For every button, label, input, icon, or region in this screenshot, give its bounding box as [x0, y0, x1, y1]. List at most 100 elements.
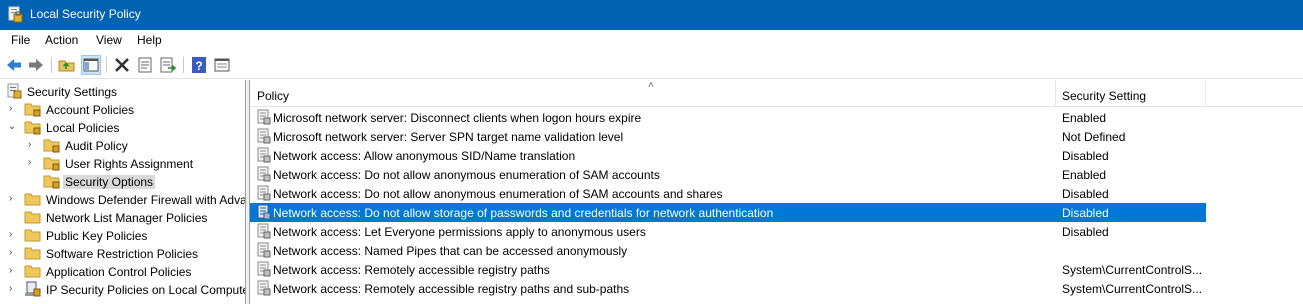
sort-ascending-icon: ˄	[648, 80, 654, 91]
chevron-right-icon[interactable]: ›	[9, 103, 19, 115]
tree-label: IP Security Policies on Local Compute	[46, 283, 246, 297]
folder-lock-icon	[43, 175, 60, 189]
tree-label: User Rights Assignment	[65, 157, 194, 171]
show-hide-tree-icon[interactable]	[81, 55, 101, 75]
folder-icon	[24, 247, 41, 260]
help-icon[interactable]: ?	[189, 55, 209, 75]
column-label: Security Setting	[1062, 89, 1147, 103]
folder-lock-icon	[24, 103, 41, 117]
policy-name: Network access: Let Everyone permissions…	[273, 225, 646, 239]
policy-icon	[257, 280, 271, 296]
tree-label: Account Policies	[46, 103, 135, 117]
tree-item-local-policies[interactable]: ⌄ Local Policies	[0, 119, 245, 137]
policy-icon	[257, 204, 271, 220]
policy-setting: Not Defined	[1062, 130, 1126, 144]
folder-lock-icon	[43, 139, 60, 153]
folder-icon	[24, 193, 41, 206]
tree-item-network-list-manager[interactable]: Network List Manager Policies	[0, 209, 245, 227]
delete-icon[interactable]	[112, 55, 132, 75]
policy-icon	[257, 128, 271, 144]
menu-action[interactable]: Action	[45, 33, 78, 47]
view-icon[interactable]	[212, 55, 232, 75]
tree-item-ip-security-policies[interactable]: › IP Security Policies on Local Compute	[0, 281, 246, 299]
menu-view[interactable]: View	[96, 33, 122, 47]
policy-name: Network access: Allow anonymous SID/Name…	[273, 149, 576, 163]
chevron-right-icon[interactable]: ›	[9, 265, 19, 277]
tree-label: Security Options	[63, 175, 156, 189]
policy-name: Network access: Remotely accessible regi…	[273, 282, 630, 296]
menu-help[interactable]: Help	[137, 33, 162, 47]
chevron-right-icon[interactable]: ›	[9, 193, 19, 205]
policy-list-pane: ˄ Policy Security Setting Microsoft netw…	[249, 80, 1303, 304]
policy-setting: System\CurrentControlS...	[1062, 263, 1203, 277]
tree-label: Windows Defender Firewall with Adva	[46, 193, 246, 207]
table-row[interactable]: Network access: Do not allow anonymous e…	[250, 184, 1206, 203]
tree-label: Software Restriction Policies	[46, 247, 199, 261]
tree-item-security-options[interactable]: Security Options	[0, 173, 245, 191]
toolbar-separator	[183, 57, 184, 73]
policy-icon	[257, 223, 271, 239]
tree-item-account-policies[interactable]: › Account Policies	[0, 101, 245, 119]
chevron-right-icon[interactable]: ›	[28, 157, 38, 169]
tree-label: Network List Manager Policies	[46, 211, 208, 225]
chevron-right-icon[interactable]: ›	[28, 139, 38, 151]
folder-icon	[24, 211, 41, 224]
policy-icon	[257, 242, 271, 258]
properties-icon[interactable]	[135, 55, 155, 75]
tree-item-user-rights-assignment[interactable]: › User Rights Assignment	[0, 155, 245, 173]
up-folder-icon[interactable]	[57, 55, 77, 75]
tree-item-audit-policy[interactable]: › Audit Policy	[0, 137, 245, 155]
column-label: Policy	[257, 89, 290, 103]
folder-icon	[24, 229, 41, 242]
policy-icon	[257, 147, 271, 163]
security-policy-app-icon	[8, 6, 23, 23]
menu-file[interactable]: File	[11, 33, 30, 47]
ip-security-icon	[25, 281, 41, 297]
export-list-icon[interactable]	[158, 55, 178, 75]
policy-setting: Enabled	[1062, 168, 1107, 182]
forward-icon[interactable]	[26, 55, 46, 75]
table-row[interactable]: Network access: Remotely accessible regi…	[250, 279, 1206, 298]
toolbar: ?	[0, 52, 1303, 79]
policy-icon	[257, 166, 271, 182]
table-row[interactable]: Network access: Allow anonymous SID/Name…	[250, 146, 1206, 165]
chevron-right-icon[interactable]: ›	[9, 229, 19, 241]
window-title: Local Security Policy	[30, 7, 141, 21]
folder-icon	[24, 265, 41, 278]
table-row[interactable]: Network access: Named Pipes that can be …	[250, 241, 1206, 260]
table-row[interactable]: Microsoft network server: Disconnect cli…	[250, 108, 1206, 127]
policy-name: Network access: Do not allow anonymous e…	[273, 187, 723, 201]
tree-label: Public Key Policies	[46, 229, 148, 243]
tree-label: Audit Policy	[65, 139, 128, 153]
svg-text:?: ?	[195, 59, 202, 73]
folder-lock-icon	[43, 157, 60, 171]
folder-lock-icon	[24, 121, 41, 135]
table-row[interactable]: Microsoft network server: Server SPN tar…	[250, 127, 1206, 146]
table-row[interactable]: Network access: Let Everyone permissions…	[250, 222, 1206, 241]
table-row[interactable]: Network access: Do not allow anonymous e…	[250, 165, 1206, 184]
policy-name: Microsoft network server: Disconnect cli…	[273, 111, 642, 125]
chevron-right-icon[interactable]: ›	[9, 283, 19, 295]
policy-setting: Disabled	[1062, 206, 1109, 220]
back-icon[interactable]	[4, 55, 24, 75]
tree-item-application-control[interactable]: › Application Control Policies	[0, 263, 245, 281]
table-row[interactable]: Network access: Remotely accessible regi…	[250, 260, 1206, 279]
policy-setting: Enabled	[1062, 111, 1107, 125]
toolbar-separator	[106, 57, 107, 73]
tree-item-software-restriction[interactable]: › Software Restriction Policies	[0, 245, 245, 263]
table-row-selected[interactable]: Network access: Do not allow storage of …	[250, 203, 1206, 222]
title-bar: Local Security Policy	[0, 0, 1303, 30]
column-header-policy[interactable]: ˄ Policy	[250, 80, 1056, 106]
tree-item-public-key-policies[interactable]: › Public Key Policies	[0, 227, 245, 245]
policy-name: Network access: Do not allow storage of …	[273, 206, 774, 220]
chevron-right-icon[interactable]: ›	[9, 247, 19, 259]
tree-root-security-settings[interactable]: Security Settings	[0, 83, 245, 101]
policy-name: Network access: Named Pipes that can be …	[273, 244, 628, 258]
policy-setting: Disabled	[1062, 149, 1109, 163]
column-header-security-setting[interactable]: Security Setting	[1056, 80, 1206, 106]
tree-label: Local Policies	[46, 121, 120, 135]
tree-item-windows-defender-firewall[interactable]: › Windows Defender Firewall with Adva	[0, 191, 246, 209]
security-settings-icon	[7, 83, 22, 99]
chevron-down-icon[interactable]: ⌄	[8, 121, 18, 133]
policy-name: Network access: Do not allow anonymous e…	[273, 168, 660, 182]
